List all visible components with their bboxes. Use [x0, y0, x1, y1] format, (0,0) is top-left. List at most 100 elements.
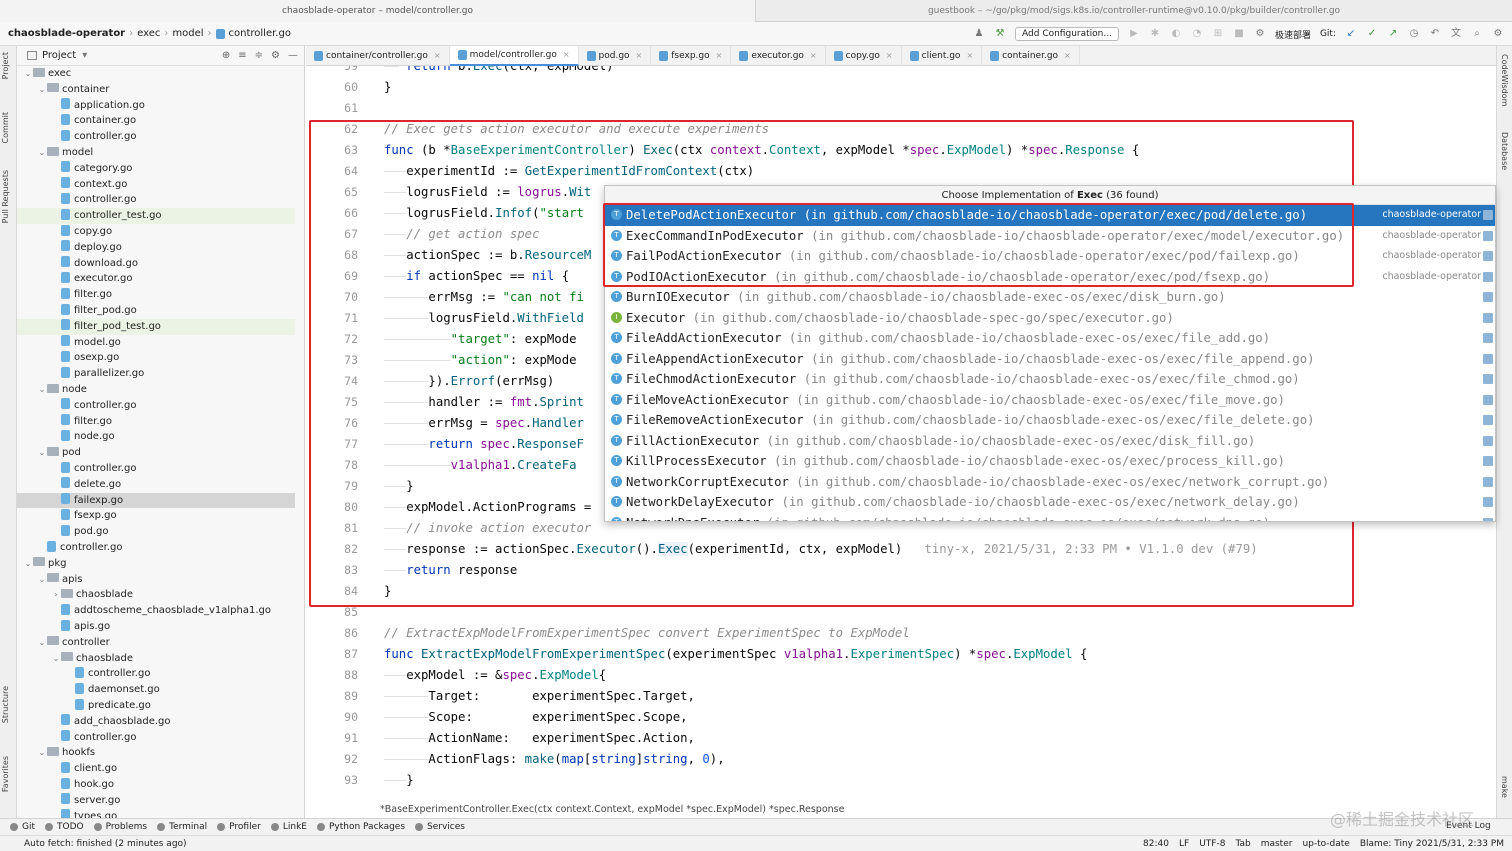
tree-file[interactable]: category.go [17, 161, 295, 177]
tree-folder[interactable]: › chaosblade [17, 587, 295, 603]
tree-file[interactable]: application.go [17, 98, 295, 114]
line-number[interactable]: 60 [306, 80, 358, 94]
bottom-tool-python-packages[interactable]: Python Packages [316, 822, 405, 832]
tree-file[interactable]: client.go [17, 761, 295, 777]
line-number[interactable]: 92 [306, 752, 358, 766]
tree-file[interactable]: filter_pod_test.go [17, 318, 295, 335]
tool-commit[interactable]: Commit [1, 112, 10, 143]
editor-tab[interactable]: fsexp.go × [651, 45, 732, 66]
tool-structure[interactable]: Structure [1, 686, 10, 723]
tool-codewisdom[interactable]: CodeWisdom [1500, 54, 1509, 106]
line-number[interactable]: 89 [306, 689, 358, 703]
tree-folder[interactable]: ⌄ model [17, 145, 295, 161]
bottom-tool-linke[interactable]: LinkE [270, 822, 307, 832]
chevron-down-icon[interactable]: ⌄ [37, 382, 47, 398]
user-icon[interactable]: ♟ [973, 28, 985, 40]
code-line[interactable]: ———expModel := &spec.ExpModel{ [384, 668, 606, 682]
status-message[interactable]: Auto fetch: finished (2 minutes ago) [0, 839, 187, 849]
tree-file[interactable]: fsexp.go [17, 508, 295, 524]
close-icon[interactable]: × [966, 51, 973, 60]
close-icon[interactable]: × [810, 51, 817, 60]
line-number[interactable]: 90 [306, 710, 358, 724]
git-push-icon[interactable]: ↗ [1387, 28, 1399, 40]
tree-file[interactable]: container.go [17, 113, 295, 129]
editor-tab[interactable]: container/controller.go × [306, 45, 450, 66]
tree-folder[interactable]: ⌄ chaosblade [17, 651, 295, 667]
chevron-down-icon[interactable]: ⌄ [37, 572, 47, 588]
code-line[interactable]: // ExtractExpModelFromExperimentSpec con… [384, 626, 910, 640]
profile-icon[interactable]: ◔ [1191, 28, 1203, 40]
editor-tab[interactable]: copy.go × [826, 45, 902, 66]
tree-file[interactable]: filter_pod.go [17, 303, 295, 319]
implementation-item[interactable]: T FillActionExecutor (in github.com/chaos… [605, 431, 1495, 452]
attach-icon[interactable]: ⊞ [1212, 28, 1224, 40]
chevron-down-icon[interactable]: ⌄ [37, 745, 47, 761]
editor-tab[interactable]: container.go × [982, 45, 1080, 66]
git-branch[interactable]: master [1261, 839, 1293, 849]
bottom-tool-todo[interactable]: TODO [45, 822, 84, 832]
tree-file[interactable]: filter.go [17, 414, 295, 430]
tree-file[interactable]: pod.go [17, 524, 295, 540]
tree-file[interactable]: addtoscheme_chaosblade_v1alpha1.go [17, 603, 295, 619]
tree-file[interactable]: filter.go [17, 287, 295, 303]
editor-tab[interactable]: pod.go × [579, 45, 652, 66]
line-number[interactable]: 85 [306, 605, 358, 619]
tree-file[interactable]: hook.go [17, 777, 295, 793]
implementation-item[interactable]: T FileChmodActionExecutor (in github.com/… [605, 369, 1495, 390]
tree-file[interactable]: controller.go [17, 666, 295, 682]
tool-favorites[interactable]: Favorites [1, 756, 10, 792]
build-hammer-icon[interactable]: ⚒ [994, 28, 1006, 40]
tree-file[interactable]: daemonset.go [17, 682, 295, 698]
git-commit-icon[interactable]: ✓ [1366, 28, 1378, 40]
code-line[interactable]: ———} [384, 773, 414, 787]
chevron-down-icon[interactable]: ⌄ [37, 445, 47, 461]
tree-file[interactable]: controller.go [17, 129, 295, 145]
tree-folder[interactable]: ⌄ container [17, 82, 295, 98]
tree-file[interactable]: parallelizer.go [17, 366, 295, 382]
line-number[interactable]: 91 [306, 731, 358, 745]
breadcrumb-exec[interactable]: exec [137, 28, 160, 39]
editor-tab[interactable]: model/controller.go × [449, 45, 579, 66]
line-number[interactable]: 88 [306, 668, 358, 682]
tree-file[interactable]: apis.go [17, 619, 295, 635]
line-number[interactable]: 59 [306, 66, 358, 73]
history-icon[interactable]: ◷ [1408, 28, 1420, 40]
implementation-item[interactable]: T FileRemoveActionExecutor (in github.com… [605, 410, 1495, 431]
tree-file[interactable]: executor.go [17, 271, 295, 287]
tool-make[interactable]: make [1500, 776, 1509, 798]
tree-file[interactable]: controller.go [17, 398, 295, 414]
close-icon[interactable]: × [1064, 51, 1071, 60]
bottom-tool-profiler[interactable]: Profiler [217, 822, 261, 832]
hide-icon[interactable]: — [288, 50, 298, 61]
tree-file[interactable]: controller_test.go [17, 208, 295, 224]
editor-tab[interactable]: client.go × [902, 45, 983, 66]
implementation-item[interactable]: T KillProcessExecutor (in github.com/chao… [605, 451, 1495, 472]
bottom-tool-git[interactable]: Git [10, 822, 35, 832]
implementation-item[interactable]: T FileMoveActionExecutor (in github.com/c… [605, 390, 1495, 411]
vcs-status[interactable]: up-to-date [1302, 839, 1349, 849]
line-number[interactable]: 87 [306, 647, 358, 661]
deploy-label[interactable]: 极速部署 [1275, 28, 1311, 41]
tree-file[interactable]: osexp.go [17, 350, 295, 366]
bottom-tool-services[interactable]: Services [415, 822, 465, 832]
code-line[interactable]: —— return b.Exec(ctx, expModel) [384, 66, 614, 73]
code-line[interactable]: ——————ActionName: experimentSpec.Action, [384, 731, 695, 745]
tree-file[interactable]: failexp.go [17, 492, 295, 509]
implementation-item[interactable]: I Executor (in github.com/chaosblade-io/c… [605, 308, 1495, 329]
tool-database[interactable]: Database [1500, 132, 1509, 170]
deploy-icon[interactable]: ⚙ [1254, 28, 1266, 40]
add-configuration-button[interactable]: Add Configuration... [1015, 27, 1119, 41]
breadcrumb-project[interactable]: chaosblade-operator [8, 28, 125, 39]
tree-folder[interactable]: ⌄ hookfs [17, 745, 295, 761]
chevron-down-icon[interactable]: ⌄ [23, 66, 33, 82]
search-icon[interactable]: ⌕ [1471, 28, 1483, 40]
implementation-item[interactable]: T FileAddActionExecutor (in github.com/ch… [605, 328, 1495, 349]
tree-folder[interactable]: ⌄ controller [17, 635, 295, 651]
caret-position[interactable]: 82:40 [1143, 839, 1169, 849]
tree-folder[interactable]: ⌄ pod [17, 445, 295, 461]
chevron-down-icon[interactable]: ⌄ [23, 556, 33, 572]
blame-status[interactable]: Blame: Tiny 2021/5/31, 2:33 PM [1360, 839, 1504, 849]
implementation-item[interactable]: T BurnIOExecutor (in github.com/chaosblad… [605, 287, 1495, 308]
tree-file[interactable]: context.go [17, 177, 295, 193]
debug-icon[interactable]: ✱ [1149, 28, 1161, 40]
